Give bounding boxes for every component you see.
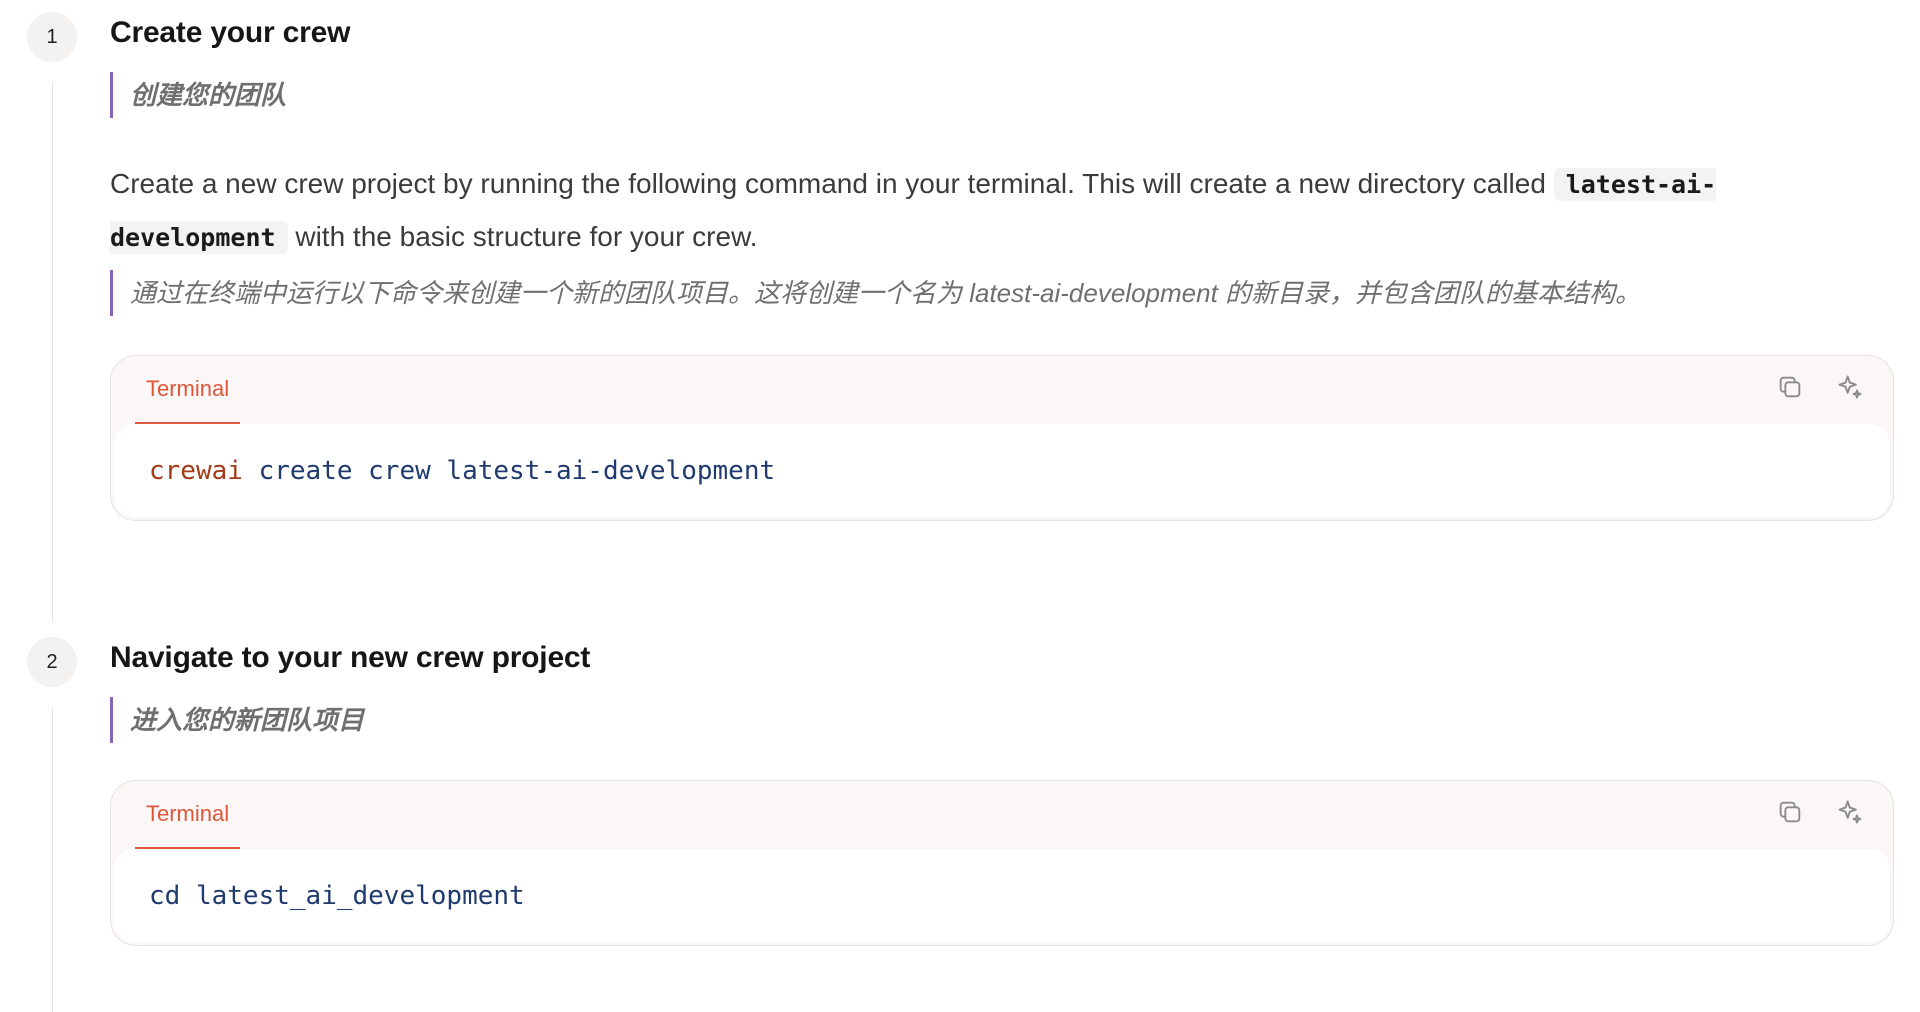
step-title-translation: 创建您的团队	[110, 72, 286, 118]
code-block: Terminal cd latest_ai_development	[110, 780, 1894, 946]
step-number: 2	[27, 637, 77, 687]
code-command: crewai	[149, 455, 243, 486]
step-title-translation: 进入您的新团队项目	[110, 697, 364, 743]
sparkle-icon[interactable]	[1835, 797, 1865, 827]
code-tab-terminal[interactable]: Terminal	[135, 781, 241, 850]
copy-icon[interactable]	[1775, 372, 1805, 402]
sparkle-icon[interactable]	[1835, 372, 1865, 402]
code-command: cd	[149, 880, 181, 911]
code-arguments: latest_ai_development	[180, 880, 525, 911]
step-number: 1	[27, 12, 77, 62]
step-description-text: with the basic structure for your crew.	[287, 221, 758, 252]
step-rail	[52, 82, 53, 622]
code-actions	[1775, 372, 1865, 402]
step-description-text: Create a new crew project by running the…	[110, 168, 1554, 199]
code-block-header: Terminal	[111, 356, 1893, 425]
code-content[interactable]: cd latest_ai_development	[114, 849, 1890, 942]
step-number-label: 1	[46, 25, 58, 48]
step-title: Create your crew	[110, 16, 351, 49]
code-actions	[1775, 797, 1865, 827]
code-content[interactable]: crewai create crew latest-ai-development	[114, 424, 1890, 517]
code-block-header: Terminal	[111, 781, 1893, 850]
docs-page: 1 Create your crew 创建您的团队 Create a new c…	[0, 0, 1920, 1012]
step-rail	[52, 708, 53, 1012]
step-number-label: 2	[46, 650, 58, 673]
code-arguments: create crew latest-ai-development	[242, 455, 776, 486]
step-description: Create a new crew project by running the…	[110, 158, 1880, 264]
code-tab-terminal[interactable]: Terminal	[135, 356, 241, 425]
step-title: Navigate to your new crew project	[110, 641, 591, 674]
code-block: Terminal crewai create crew latest-ai-de…	[110, 355, 1894, 521]
step-description-translation: 通过在终端中运行以下命令来创建一个新的团队项目。这将创建一个名为 latest-…	[110, 270, 1641, 316]
copy-icon[interactable]	[1775, 797, 1805, 827]
